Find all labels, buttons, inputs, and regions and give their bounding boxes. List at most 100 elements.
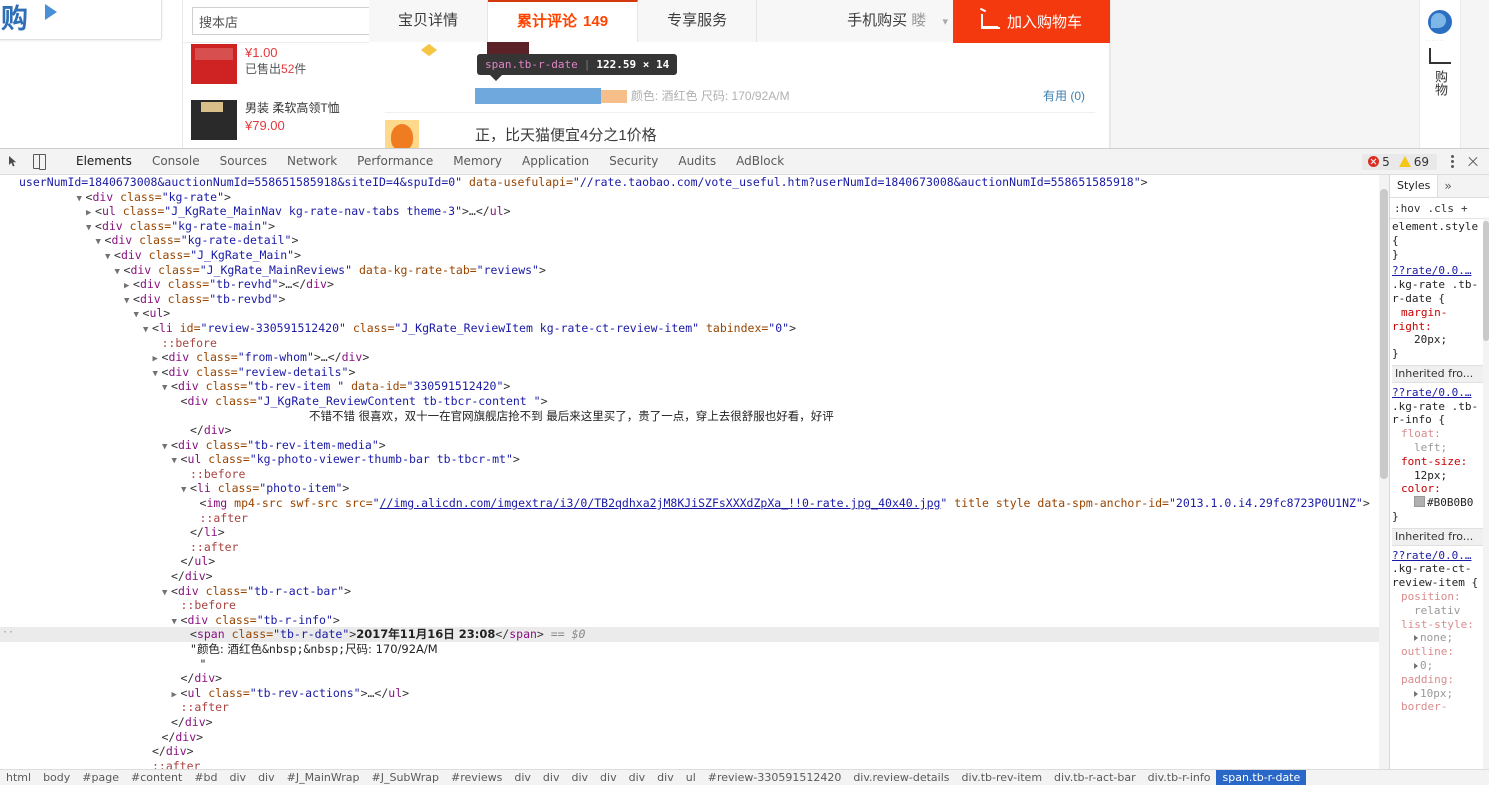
dom-node[interactable]: </ul>	[0, 554, 1379, 569]
dom-node[interactable]: <ul class="kg-photo-viewer-thumb-bar tb-…	[0, 452, 1379, 467]
tab-performance[interactable]: Performance	[347, 149, 443, 174]
breadcrumb-item[interactable]: div	[252, 770, 281, 785]
breadcrumb-item[interactable]: html	[0, 770, 37, 785]
hover-state-toggle[interactable]: :hov	[1394, 202, 1421, 215]
breadcrumb-item[interactable]: #J_SubWrap	[366, 770, 446, 785]
breadcrumb[interactable]: html body #page #content #bd div div #J_MainWra…	[0, 769, 1489, 785]
dom-node[interactable]: ::before	[0, 598, 1379, 613]
dom-node[interactable]: <div class="from-whom">…</div>	[0, 350, 1379, 365]
breadcrumb-item[interactable]: div	[651, 770, 680, 785]
breadcrumb-item[interactable]: div.tb-rev-item	[956, 770, 1049, 785]
breadcrumb-item[interactable]: ul	[680, 770, 702, 785]
dom-node-selected[interactable]: <span class="tb-r-date">2017年11月16日 23:0…	[0, 626, 1379, 642]
style-selector[interactable]: .kg-rate-ct-review-item {	[1392, 562, 1483, 590]
dom-node[interactable]: <img mp4-src swf-src src="//img.alicdn.c…	[0, 496, 1379, 511]
tab-sources[interactable]: Sources	[210, 149, 277, 174]
dom-node[interactable]: <ul class="tb-rev-actions">…</ul>	[0, 686, 1379, 701]
product-list-item[interactable]: ¥1.00 已售出52件	[191, 44, 363, 84]
style-source-link[interactable]: ??rate/0.0.…	[1392, 386, 1483, 400]
breadcrumb-item[interactable]: #review-330591512420	[702, 770, 848, 785]
breadcrumb-item[interactable]: span.tb-r-date	[1216, 770, 1307, 785]
breadcrumb-item[interactable]: #content	[125, 770, 188, 785]
style-declaration[interactable]: margin-right: 20px;	[1392, 306, 1483, 347]
tab-mobile-purchase[interactable]: 手机购买 䁖 ▾	[757, 0, 977, 42]
breadcrumb-item[interactable]: #bd	[188, 770, 223, 785]
tab-audits[interactable]: Audits	[668, 149, 726, 174]
dom-node[interactable]: ::before	[0, 467, 1379, 482]
tab-application[interactable]: Application	[512, 149, 599, 174]
dom-node[interactable]: <div class="tb-r-act-bar">	[0, 584, 1379, 599]
styles-rules-list[interactable]: element.style {} ??rate/0.0.… .kg-rate .tb…	[1390, 217, 1483, 770]
add-to-cart-button[interactable]: 加入购物车	[953, 0, 1110, 43]
style-declaration[interactable]: padding: 10px;	[1392, 673, 1483, 701]
dom-node[interactable]: </div>	[0, 730, 1379, 745]
breadcrumb-item[interactable]: div	[623, 770, 652, 785]
tab-security[interactable]: Security	[599, 149, 668, 174]
dom-node[interactable]: <div class="tb-rev-item-media">	[0, 438, 1379, 453]
scrollbar-thumb[interactable]	[1380, 189, 1388, 479]
dom-node[interactable]: <div class="tb-revhd">…</div>	[0, 277, 1379, 292]
style-declaration[interactable]: outline: 0;	[1392, 645, 1483, 673]
tab-reviews[interactable]: 累计评论 149	[488, 0, 639, 45]
tab-product-detail[interactable]: 宝贝详情	[369, 0, 489, 42]
dom-node[interactable]: "	[0, 657, 1379, 672]
dom-node[interactable]: </div>	[0, 671, 1379, 686]
style-declaration[interactable]: font-size: 12px;	[1392, 455, 1483, 483]
dom-node[interactable]: <div class="kg-rate-main">	[0, 219, 1379, 234]
dom-node[interactable]: ::after	[0, 540, 1379, 555]
dom-node[interactable]: 不错不错 很喜欢，双十一在官网旗舰店抢不到 最后来这里买了，贵了一点，穿上去很舒…	[0, 409, 1379, 424]
dom-node[interactable]: <div class="kg-rate">	[0, 190, 1379, 205]
new-style-rule-button[interactable]: +	[1461, 202, 1468, 215]
breadcrumb-item[interactable]: div.tb-r-info	[1142, 770, 1217, 785]
dom-node[interactable]: </li>	[0, 525, 1379, 540]
close-icon[interactable]	[1461, 149, 1485, 174]
breadcrumb-item[interactable]: #reviews	[445, 770, 508, 785]
breadcrumb-item[interactable]: div.tb-r-act-bar	[1048, 770, 1142, 785]
style-source-link[interactable]: ??rate/0.0.…	[1392, 264, 1483, 278]
color-swatch[interactable]	[1414, 496, 1425, 508]
tab-network[interactable]: Network	[277, 149, 347, 174]
dom-node[interactable]: ::after	[0, 700, 1379, 715]
dom-node[interactable]: userNumId=1840673008&auctionNumId=558651…	[0, 175, 1379, 190]
style-declaration[interactable]: position: relativ	[1392, 590, 1483, 618]
class-editor-toggle[interactable]: .cls	[1428, 202, 1455, 215]
style-declaration[interactable]: float: left;	[1392, 427, 1483, 455]
breadcrumb-item[interactable]: div	[565, 770, 594, 785]
dom-vertical-scrollbar[interactable]	[1379, 175, 1389, 770]
style-rule[interactable]: ??rate/0.0.… .kg-rate .tb-r-info {float: l…	[1392, 385, 1483, 526]
dom-node[interactable]: <div class="J_KgRate_ReviewContent tb-tb…	[0, 394, 1379, 409]
breadcrumb-item[interactable]: body	[37, 770, 76, 785]
style-declaration[interactable]: list-style: none;	[1392, 618, 1483, 646]
tab-console[interactable]: Console	[142, 149, 210, 174]
inspect-cursor-icon[interactable]	[0, 149, 26, 174]
scrollbar-thumb[interactable]	[1483, 221, 1489, 341]
cart-icon[interactable]	[1429, 48, 1451, 64]
dom-node[interactable]: ::before	[0, 336, 1379, 351]
style-rule[interactable]: element.style {}	[1392, 219, 1483, 263]
brand-chip[interactable]: 购	[0, 0, 162, 40]
dom-node[interactable]: <div class="tb-rev-item " data-id="33059…	[0, 379, 1379, 394]
issue-counters[interactable]: 5 69	[1362, 153, 1437, 170]
dom-node[interactable]: </div>	[0, 423, 1379, 438]
search-input[interactable]	[192, 7, 381, 35]
dom-node[interactable]: ::after	[0, 511, 1379, 526]
style-source-link[interactable]: ??rate/0.0.…	[1392, 549, 1483, 563]
tab-styles[interactable]: Styles	[1390, 175, 1439, 197]
wangwang-icon[interactable]	[1428, 10, 1452, 34]
expand-arrow-icon[interactable]	[1414, 662, 1418, 669]
tab-elements[interactable]: Elements	[66, 149, 142, 174]
expand-arrow-icon[interactable]	[1414, 635, 1418, 642]
breadcrumb-item[interactable]: div	[537, 770, 566, 785]
tab-adblock[interactable]: AdBlock	[726, 149, 794, 174]
dom-node[interactable]: <div class="tb-r-info">	[0, 613, 1379, 628]
breadcrumb-item[interactable]: div	[508, 770, 537, 785]
expand-arrow-icon[interactable]	[1414, 690, 1418, 697]
breadcrumb-item[interactable]: div	[224, 770, 253, 785]
breadcrumb-item[interactable]: #J_MainWrap	[281, 770, 366, 785]
dom-node[interactable]: <div class="tb-revbd">	[0, 292, 1379, 307]
breadcrumb-item[interactable]: #page	[76, 770, 125, 785]
style-selector[interactable]: element.style {	[1392, 220, 1483, 248]
dom-tree[interactable]: userNumId=1840673008&auctionNumId=558651…	[0, 175, 1379, 770]
styles-vertical-scrollbar[interactable]	[1483, 217, 1489, 770]
breadcrumb-item[interactable]: div	[594, 770, 623, 785]
